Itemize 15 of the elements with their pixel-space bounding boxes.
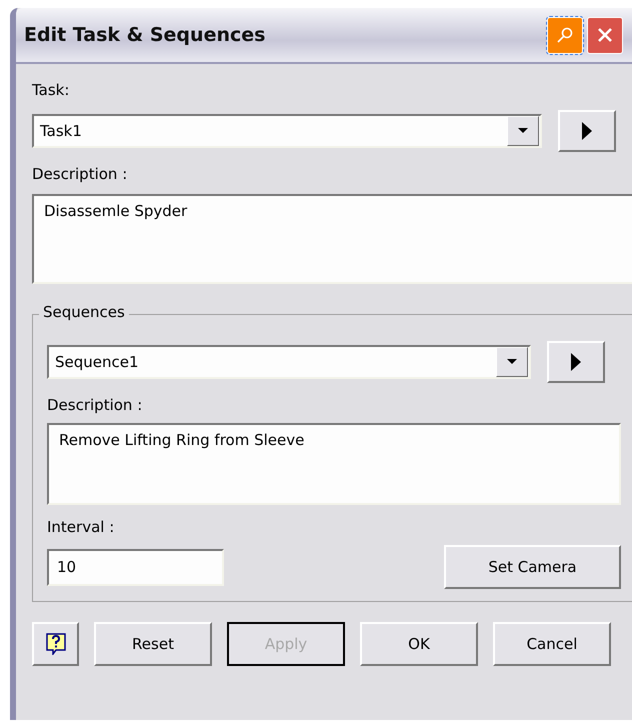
field-label: Description :	[32, 164, 128, 185]
dialog-button[interactable]: Cancel	[493, 622, 611, 666]
window-title: Edit Task & Sequences	[24, 24, 266, 46]
description-field[interactable]: Remove Lifting Ring from Sleeve	[47, 423, 621, 505]
group-title: Sequences	[39, 303, 129, 321]
interval-field[interactable]: 10	[47, 548, 224, 586]
field-label: Task:	[32, 80, 70, 101]
dropdown-field[interactable]: Task1	[32, 114, 542, 148]
field-label: Interval :	[47, 517, 116, 538]
dialog-button[interactable]: Reset	[94, 622, 212, 666]
dropdown-field[interactable]: Sequence1	[47, 345, 531, 379]
set-camera-button[interactable]: Set Camera	[444, 545, 621, 589]
field-label: Description :	[47, 395, 144, 416]
description-field[interactable]: Disassemle Spyder	[32, 194, 632, 284]
dialog-button[interactable]: OK	[360, 622, 478, 666]
